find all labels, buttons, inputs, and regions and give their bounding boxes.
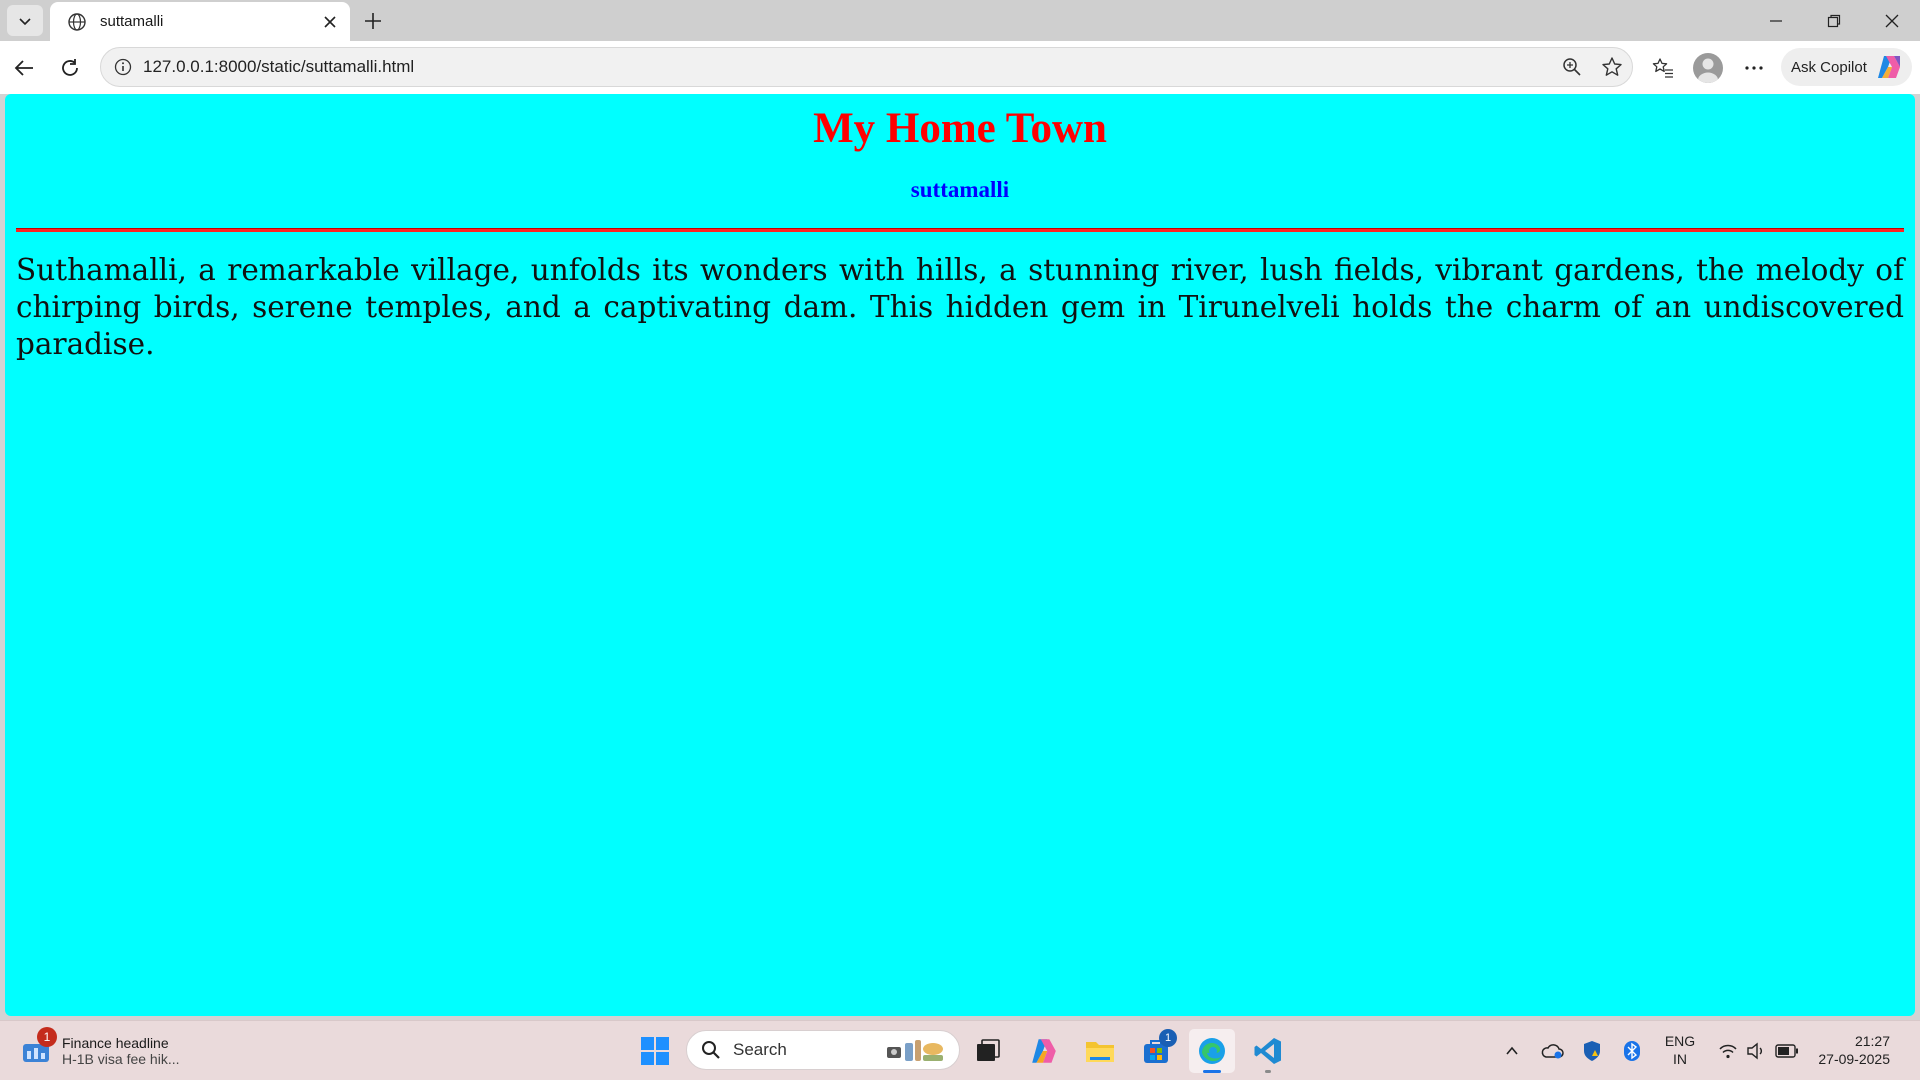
page-heading: My Home Town — [813, 105, 1107, 152]
language-code: ENG — [1664, 1033, 1696, 1049]
language-indicator[interactable]: ENG IN — [1660, 1032, 1700, 1068]
profile-avatar[interactable] — [1693, 53, 1723, 83]
chevron-up-icon — [1506, 1046, 1518, 1055]
person-icon — [1698, 58, 1718, 83]
site-info-icon[interactable] — [103, 47, 143, 87]
restore-icon — [1827, 14, 1840, 27]
store-button[interactable]: 1 — [1133, 1029, 1179, 1073]
close-tab-icon[interactable] — [320, 12, 340, 32]
taskbar-search[interactable]: Search — [686, 1030, 960, 1070]
browser-toolbar: 127.0.0.1:8000/static/suttamalli.html As… — [0, 41, 1920, 94]
news-widget[interactable]: 1 Finance headline H-1B visa fee hik... — [20, 1027, 220, 1073]
folder-icon — [1086, 1042, 1114, 1062]
more-icon — [1745, 66, 1763, 70]
store-badge: 1 — [1159, 1029, 1177, 1047]
zoom-icon[interactable] — [1552, 47, 1592, 87]
minimize-button[interactable] — [1747, 0, 1804, 41]
page-viewport: My Home Town suttamalli Suthamalli, a re… — [5, 94, 1915, 1016]
search-label: Search — [733, 1040, 787, 1059]
favorite-star-icon[interactable] — [1592, 47, 1632, 87]
favorites-button[interactable] — [1645, 50, 1681, 86]
windows-logo-icon — [641, 1037, 669, 1065]
search-highlight-icon — [887, 1040, 943, 1061]
url-text[interactable]: 127.0.0.1:8000/static/suttamalli.html — [143, 57, 1552, 77]
region-code: IN — [1673, 1051, 1687, 1067]
start-button[interactable] — [632, 1029, 678, 1073]
volume-tray-icon[interactable] — [1742, 1031, 1770, 1071]
copilot-app-icon — [1032, 1039, 1056, 1063]
favorites-list-icon — [1652, 58, 1673, 78]
globe-icon — [66, 11, 88, 33]
copilot-icon — [1877, 56, 1900, 78]
page-paragraph: Suthamalli, a remarkable village, unfold… — [16, 253, 1904, 361]
file-explorer-button[interactable] — [1077, 1029, 1123, 1073]
more-options-button[interactable] — [1736, 50, 1772, 86]
close-window-button[interactable] — [1863, 0, 1920, 41]
onedrive-tray-icon[interactable] — [1536, 1031, 1568, 1071]
tab-list-button[interactable] — [7, 5, 43, 36]
clock-date: 27-09-2025 — [1818, 1051, 1890, 1067]
edge-active-indicator — [1203, 1070, 1221, 1073]
minimize-icon — [1769, 19, 1782, 22]
taskbar: 1 Finance headline H-1B visa fee hik... … — [0, 1020, 1920, 1080]
page-subheading: suttamalli — [910, 177, 1010, 202]
widget-subtitle: H-1B visa fee hik... — [62, 1051, 180, 1067]
edge-button[interactable] — [1189, 1029, 1235, 1073]
edge-icon — [1199, 1038, 1225, 1064]
task-view-icon — [977, 1039, 1000, 1061]
taskbar-clock[interactable]: 21:27 27-09-2025 — [1810, 1032, 1890, 1068]
clock-time: 21:27 — [1854, 1033, 1890, 1049]
copilot-label: Ask Copilot — [1791, 58, 1867, 76]
reload-button[interactable] — [52, 50, 88, 86]
chevron-down-icon — [19, 17, 31, 25]
back-button[interactable] — [6, 50, 42, 86]
search-icon — [702, 1041, 720, 1059]
widget-badge: 1 — [37, 1027, 57, 1047]
arrow-left-icon — [14, 60, 33, 76]
widget-title: Finance headline — [62, 1035, 169, 1051]
browser-tab[interactable]: suttamalli — [50, 2, 350, 41]
bluetooth-tray-icon[interactable] — [1616, 1031, 1648, 1071]
task-view-button[interactable] — [965, 1029, 1011, 1073]
new-tab-button[interactable] — [358, 6, 388, 36]
security-tray-icon[interactable] — [1576, 1031, 1608, 1071]
restore-button[interactable] — [1805, 0, 1862, 41]
address-bar[interactable]: 127.0.0.1:8000/static/suttamalli.html — [100, 47, 1633, 87]
tab-strip: suttamalli — [0, 0, 1920, 41]
show-hidden-icons-button[interactable] — [1497, 1031, 1527, 1071]
vscode-icon — [1254, 1038, 1281, 1064]
vscode-button[interactable] — [1245, 1029, 1291, 1073]
ask-copilot-button[interactable]: Ask Copilot — [1781, 48, 1912, 86]
battery-tray-icon[interactable] — [1772, 1031, 1802, 1071]
horizontal-rule — [16, 228, 1904, 232]
reload-icon — [62, 59, 78, 76]
close-icon — [1885, 14, 1898, 27]
tab-title: suttamalli — [100, 13, 164, 30]
copilot-app-button[interactable] — [1021, 1029, 1067, 1073]
finance-widget-icon: 1 — [20, 1027, 57, 1067]
plus-icon — [365, 13, 381, 29]
vscode-running-indicator — [1265, 1070, 1271, 1073]
wifi-tray-icon[interactable] — [1714, 1031, 1742, 1071]
